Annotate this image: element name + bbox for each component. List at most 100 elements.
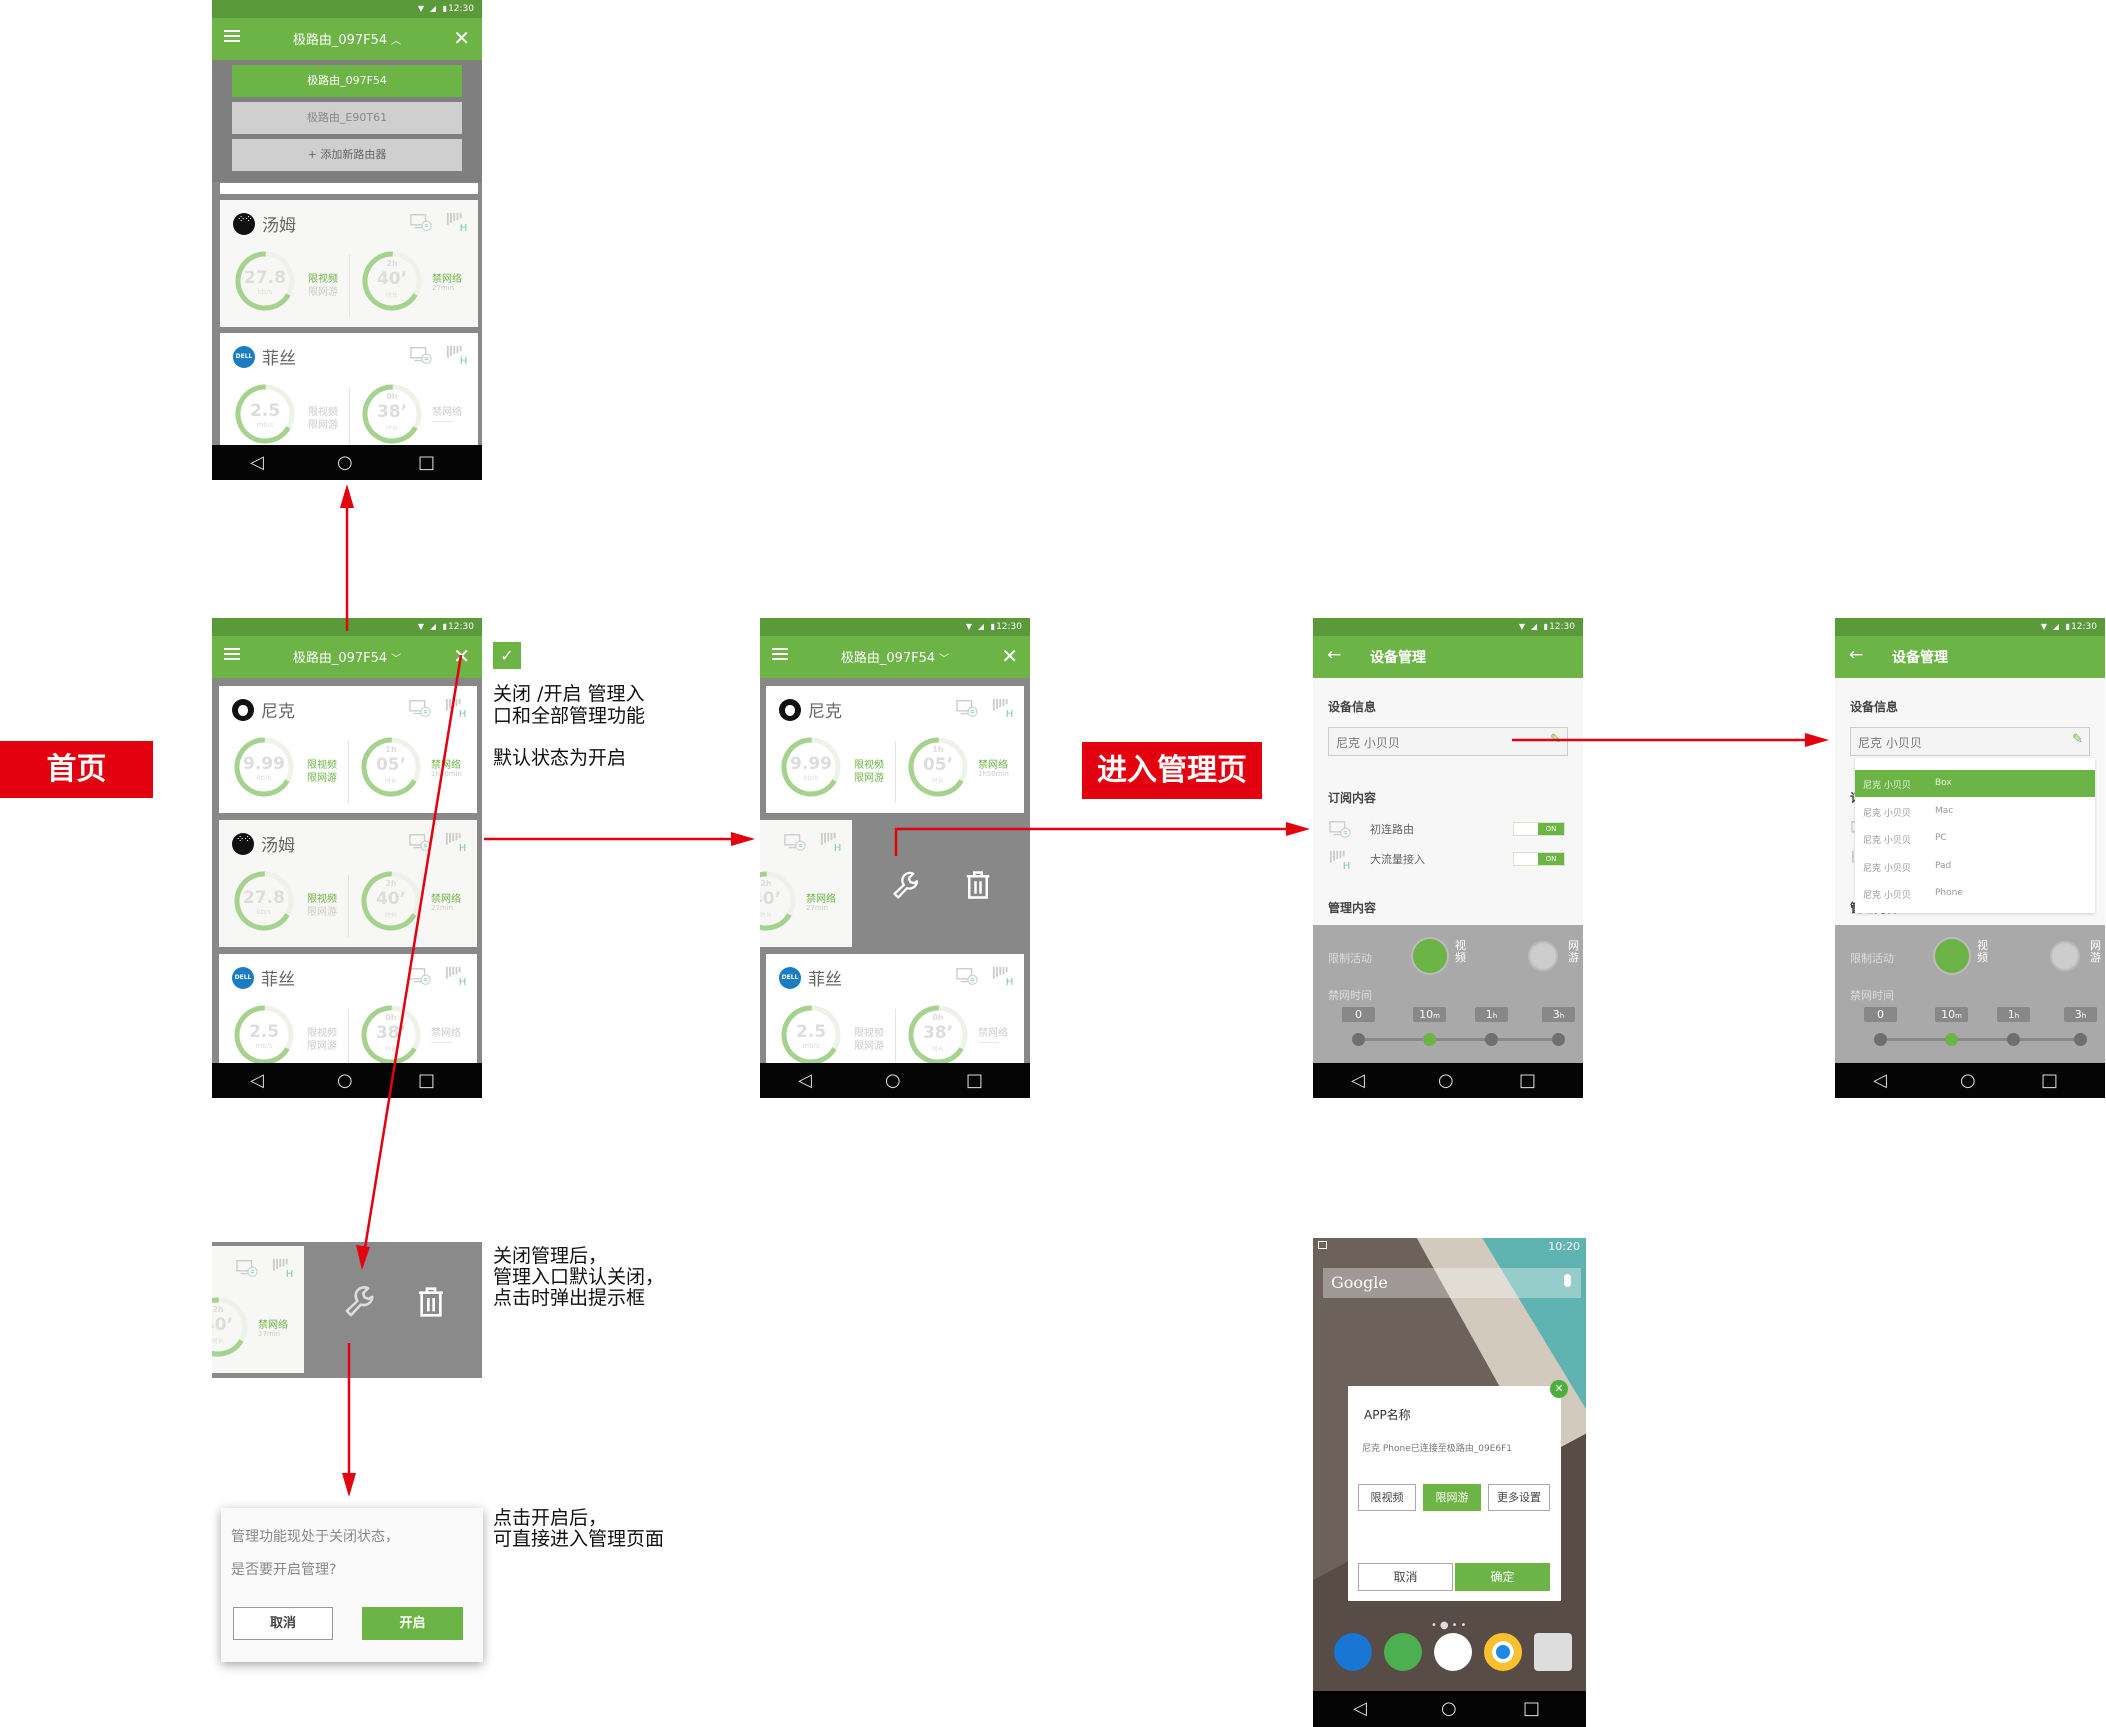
- device-card[interactable]: ⁘⁘汤姆H27.8kb/s限视频限网游2h40’时长禁网络27min: [212, 1246, 304, 1373]
- ban-slider-track[interactable]: [1880, 1038, 2080, 1041]
- dialog-confirm-button[interactable]: 确定: [1455, 1563, 1550, 1591]
- app-drawer-icon[interactable]: [1434, 1633, 1472, 1671]
- device-type-option[interactable]: 尼克 小贝贝 Pad: [1855, 852, 2095, 880]
- svg-text:H: H: [459, 977, 467, 987]
- ban-network-label[interactable]: 禁网络: [258, 1316, 288, 1331]
- device-card[interactable]: ⁘⁘汤姆H27.8kb/s限视频限网游2h40’时长禁网络27min: [220, 200, 478, 327]
- hangouts-icon[interactable]: [1384, 1633, 1422, 1671]
- dialog-enable-button[interactable]: 开启: [362, 1607, 463, 1640]
- back-nav-icon[interactable]: ◁: [250, 452, 264, 473]
- manage-toggle-checkbox[interactable]: ✓: [493, 642, 521, 669]
- home-nav-icon[interactable]: ○: [1441, 1698, 1457, 1719]
- limit-toggle-game[interactable]: [1528, 941, 1558, 971]
- router-option[interactable]: 极路由_097F54: [232, 65, 462, 97]
- recents-nav-icon[interactable]: □: [1519, 1070, 1536, 1091]
- router-switcher[interactable]: 极路由_097F54 ﹀: [760, 647, 1030, 666]
- device-card[interactable]: DELL 菲丝 H 2.5 mb/s 限视频 限网游 0h 38’ 时长 禁网络 ———: [766, 954, 1024, 1081]
- ban-slider-track[interactable]: [1358, 1038, 1558, 1041]
- close-icon[interactable]: ✕: [1001, 644, 1018, 668]
- ban-step-dot[interactable]: [1945, 1033, 1958, 1046]
- device-card[interactable]: ⁘⁘汤姆H27.8kb/s限视频限网游2h40’时长禁网络27min: [219, 820, 477, 947]
- ban-step-dot[interactable]: [1352, 1033, 1365, 1046]
- ban-network-label[interactable]: 禁网络: [432, 270, 462, 285]
- camera-icon[interactable]: [1534, 1633, 1572, 1671]
- dialog-close-icon[interactable]: ✕: [1550, 1380, 1568, 1398]
- close-icon[interactable]: ✕: [453, 644, 470, 668]
- recents-nav-icon[interactable]: □: [418, 1070, 435, 1091]
- dialog-option-button[interactable]: 限视频: [1358, 1484, 1416, 1511]
- router-option[interactable]: 极路由_E90T61: [232, 102, 462, 134]
- device-type-option[interactable]: 尼克 小贝贝 Mac: [1855, 797, 2095, 825]
- back-nav-icon[interactable]: ◁: [1353, 1698, 1367, 1719]
- edit-pencil-icon[interactable]: ✎: [2072, 732, 2083, 747]
- device-card[interactable]: 尼克 H 9.99 kb/s 限视频 限网游 1h 05’ 时长 禁网络 1h50min: [766, 686, 1024, 813]
- router-switcher[interactable]: 极路由_097F54 ︿: [212, 29, 482, 48]
- ban-network-label[interactable]: 禁网络: [806, 890, 836, 905]
- device-type-option[interactable]: 尼克 小贝贝 Box: [1855, 770, 2095, 797]
- recents-nav-icon[interactable]: □: [2041, 1070, 2058, 1091]
- ban-step-dot[interactable]: [2007, 1033, 2020, 1046]
- limit-game-label[interactable]: 限网游: [307, 769, 337, 784]
- device-type-option[interactable]: 尼克 小贝贝 Phone: [1855, 880, 2095, 907]
- ban-network-label[interactable]: 禁网络: [431, 756, 461, 771]
- ban-network-label[interactable]: 禁网络: [432, 403, 462, 418]
- wrench-icon[interactable]: [892, 870, 922, 900]
- device-card[interactable]: 尼克 H 9.99 kb/s 限视频 限网游 1h 05’ 时长 禁网络 1h50min: [219, 686, 477, 813]
- limit-toggle-video[interactable]: [1933, 937, 1971, 975]
- limit-toggle-game[interactable]: [2050, 941, 2080, 971]
- edit-pencil-icon[interactable]: ✎: [1550, 732, 1561, 747]
- limit-game-label[interactable]: 限网游: [307, 1037, 337, 1052]
- home-nav-icon[interactable]: ○: [1960, 1070, 1976, 1091]
- home-nav-icon[interactable]: ○: [337, 452, 353, 473]
- back-arrow-icon[interactable]: ←: [1849, 645, 1863, 665]
- add-router-button[interactable]: + 添加新路由器: [232, 139, 462, 171]
- back-nav-icon[interactable]: ◁: [250, 1070, 264, 1091]
- ban-network-label[interactable]: 禁网络: [431, 890, 461, 905]
- device-card[interactable]: DELL 菲丝 H 2.5 mb/s 限视频 限网游 0h 38’ 时长 禁网络 ———: [220, 333, 478, 460]
- chrome-icon[interactable]: [1484, 1633, 1522, 1671]
- google-search-bar[interactable]: Google: [1323, 1268, 1581, 1298]
- mic-icon[interactable]: [1564, 1274, 1571, 1287]
- ban-network-label[interactable]: 禁网络: [978, 1024, 1008, 1039]
- trash-icon[interactable]: [963, 870, 993, 900]
- device-name-input[interactable]: 尼克 小贝贝 ✎: [1850, 727, 2090, 756]
- home-nav-icon[interactable]: ○: [1438, 1070, 1454, 1091]
- subscription-toggle[interactable]: ON: [1513, 852, 1565, 866]
- limit-game-label[interactable]: 限网游: [308, 283, 338, 298]
- device-type-option[interactable]: 尼克 小贝贝 PC: [1855, 825, 2095, 852]
- phone-app-icon[interactable]: [1334, 1633, 1372, 1671]
- ban-step-dot[interactable]: [1423, 1033, 1436, 1046]
- limit-game-label[interactable]: 限网游: [854, 769, 884, 784]
- recents-nav-icon[interactable]: □: [418, 452, 435, 473]
- dialog-cancel-button[interactable]: 取消: [233, 1607, 333, 1640]
- ban-network-label[interactable]: 禁网络: [978, 756, 1008, 771]
- dialog-cancel-button[interactable]: 取消: [1358, 1563, 1453, 1591]
- back-nav-icon[interactable]: ◁: [1351, 1070, 1365, 1091]
- close-icon[interactable]: ✕: [453, 26, 470, 50]
- subscription-toggle[interactable]: ON: [1513, 822, 1565, 836]
- back-nav-icon[interactable]: ◁: [1873, 1070, 1887, 1091]
- limit-game-label[interactable]: 限网游: [854, 1037, 884, 1052]
- ban-network-label[interactable]: 禁网络: [431, 1024, 461, 1039]
- recents-nav-icon[interactable]: □: [1523, 1698, 1540, 1719]
- recents-nav-icon[interactable]: □: [966, 1070, 983, 1091]
- dialog-option-button[interactable]: 更多设置: [1488, 1484, 1550, 1511]
- back-arrow-icon[interactable]: ←: [1327, 645, 1341, 665]
- ban-step-dot[interactable]: [2074, 1033, 2087, 1046]
- router-switcher[interactable]: 极路由_097F54 ﹀: [212, 647, 482, 666]
- ban-step-dot[interactable]: [1485, 1033, 1498, 1046]
- trash-icon[interactable]: [415, 1286, 447, 1318]
- device-name-input[interactable]: 尼克 小贝贝 ✎: [1328, 727, 1568, 756]
- home-nav-icon[interactable]: ○: [885, 1070, 901, 1091]
- back-nav-icon[interactable]: ◁: [798, 1070, 812, 1091]
- ban-step-dot[interactable]: [1552, 1033, 1565, 1046]
- home-nav-icon[interactable]: ○: [337, 1070, 353, 1091]
- wrench-icon[interactable]: [344, 1284, 378, 1318]
- dialog-option-button[interactable]: 限网游: [1423, 1484, 1481, 1511]
- limit-toggle-video[interactable]: [1411, 937, 1449, 975]
- limit-game-label[interactable]: 限网游: [308, 416, 338, 431]
- device-card[interactable]: DELL 菲丝 H 2.5 mb/s 限视频 限网游 0h 38’ 时长 禁网络 ———: [219, 954, 477, 1081]
- device-card[interactable]: ⁘⁘汤姆H27.8kb/s限视频限网游2h40’时长禁网络27min: [760, 820, 852, 947]
- limit-game-label[interactable]: 限网游: [307, 903, 337, 918]
- ban-step-dot[interactable]: [1874, 1033, 1887, 1046]
